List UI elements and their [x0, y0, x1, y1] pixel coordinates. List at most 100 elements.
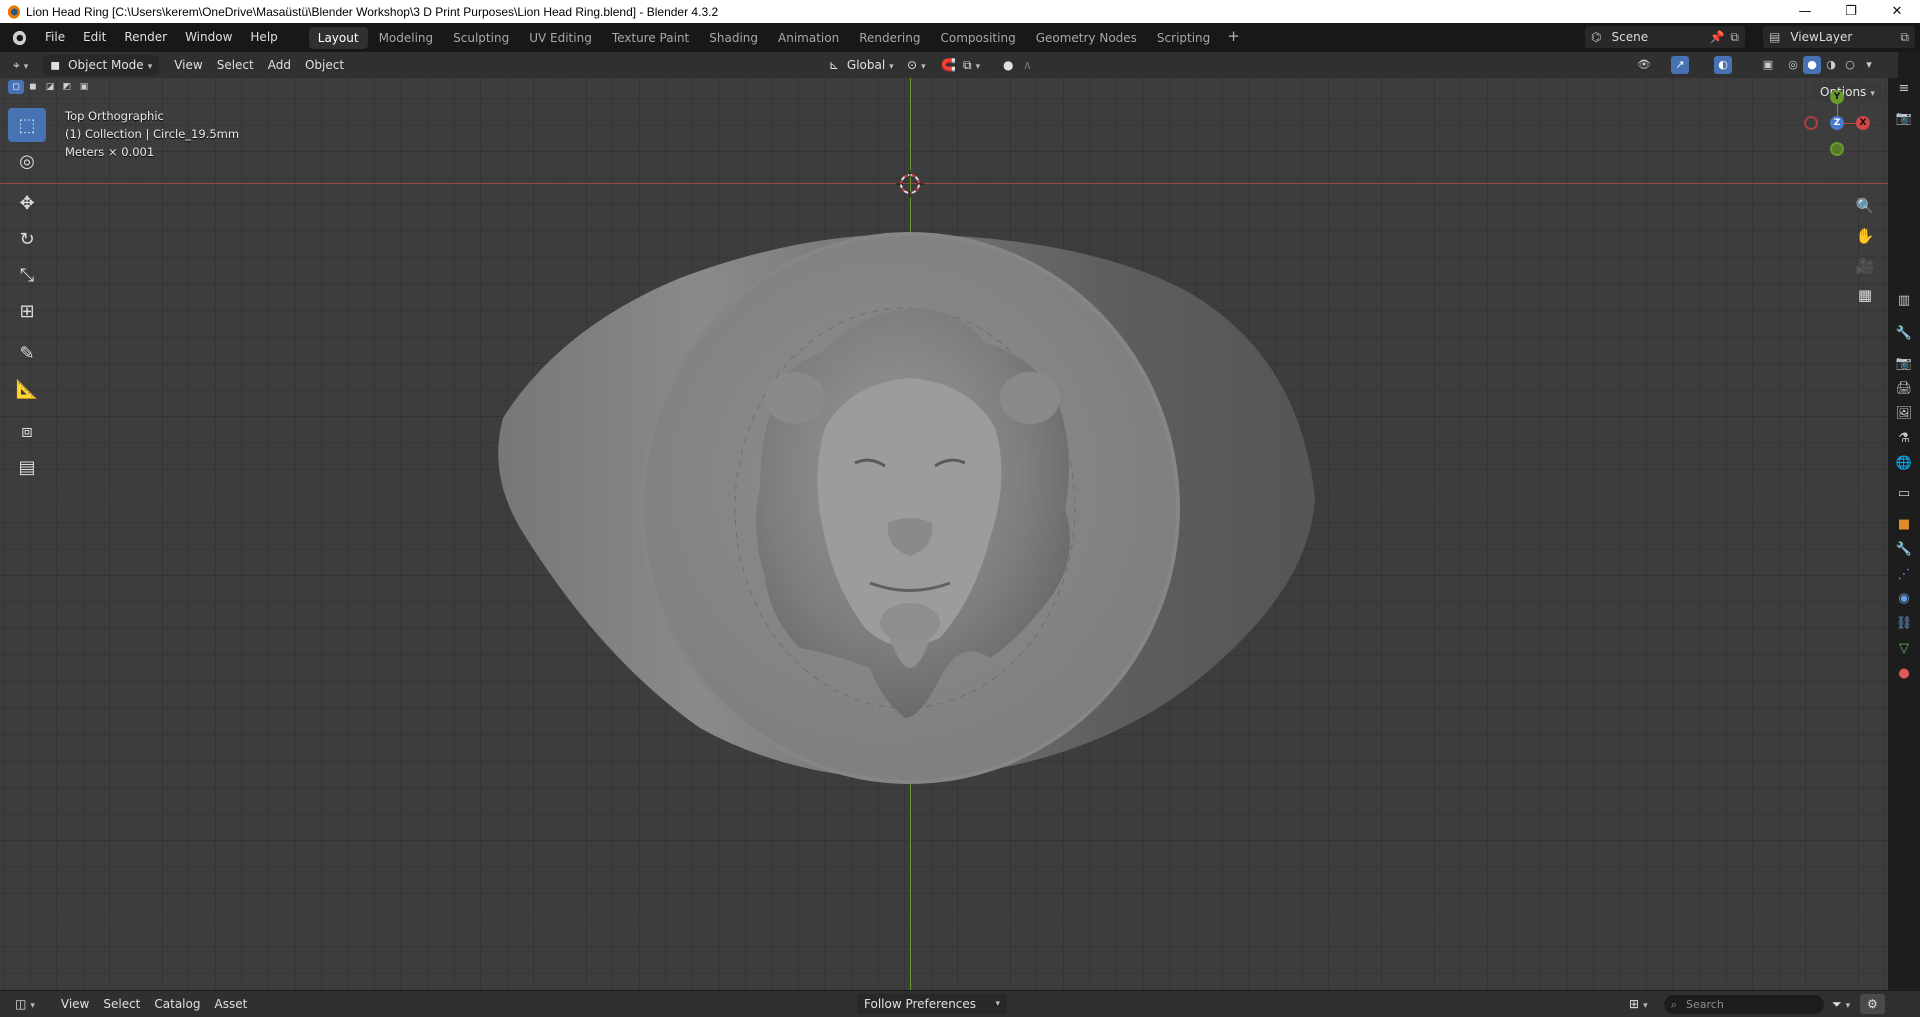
camera-lock-icon[interactable]: 📷 — [1894, 108, 1914, 128]
filter-icon[interactable]: ⏷ ▾ — [1825, 994, 1857, 1014]
add-cube-tool-icon[interactable]: ⧈ — [8, 414, 46, 448]
new-scene-icon[interactable]: ⧉ — [1730, 30, 1739, 45]
select-intersect-icon[interactable]: ▣ — [76, 80, 92, 94]
bottom-menu-select[interactable]: Select — [96, 994, 147, 1014]
blender-logo-icon[interactable] — [10, 29, 26, 46]
ring-model[interactable] — [0, 78, 1888, 990]
search-field[interactable]: ⌕ Search — [1664, 995, 1824, 1014]
rendered-shading-icon[interactable]: ○ — [1841, 56, 1859, 74]
3d-viewport[interactable]: Top Orthographic (1) Collection | Circle… — [0, 78, 1888, 990]
menu-select[interactable]: Select — [210, 55, 261, 75]
navigation-gizmo[interactable]: Y Z X — [1800, 88, 1870, 158]
bottom-menu-catalog[interactable]: Catalog — [147, 994, 207, 1014]
menu-help[interactable]: Help — [241, 23, 286, 52]
move-tool-icon[interactable]: ✥ — [8, 186, 46, 220]
pan-hand-icon[interactable]: ✋ — [1852, 223, 1878, 249]
modifier-properties-icon[interactable]: 🔧 — [1894, 539, 1914, 559]
close-button[interactable]: ✕ — [1874, 0, 1920, 23]
constraints-properties-icon[interactable]: ⛓ — [1894, 613, 1914, 633]
tool-properties-icon[interactable]: 🔧 — [1894, 323, 1914, 343]
gizmo-neg-x-axis[interactable] — [1804, 116, 1818, 130]
bottom-menu-view[interactable]: View — [54, 994, 96, 1014]
restore-button[interactable]: ❐ — [1828, 0, 1874, 23]
camera-view-icon[interactable]: 🎥 — [1852, 253, 1878, 279]
gizmo-toggle-icon[interactable]: ↗ — [1671, 56, 1689, 74]
select-invert-icon[interactable]: ◩ — [59, 80, 75, 94]
mode-dropdown[interactable]: ◼ Object Mode ▾ — [43, 55, 160, 75]
view-layer-properties-icon[interactable]: 🖼 — [1894, 403, 1914, 423]
output-properties-icon[interactable]: 🖨 — [1894, 378, 1914, 398]
tab-modeling[interactable]: Modeling — [370, 27, 443, 49]
orientation-dropdown[interactable]: ⊾ Global ▾ — [822, 55, 901, 75]
tab-uv-editing[interactable]: UV Editing — [520, 27, 601, 49]
follow-preferences-dropdown[interactable]: Follow Preferences ▾ — [857, 994, 1007, 1014]
cursor-tool-icon[interactable]: ◎ — [8, 144, 46, 178]
data-properties-icon[interactable]: ▽ — [1894, 638, 1914, 658]
menu-add[interactable]: Add — [261, 55, 298, 75]
tab-rendering[interactable]: Rendering — [850, 27, 929, 49]
minimize-button[interactable]: — — [1782, 0, 1828, 23]
tab-compositing[interactable]: Compositing — [931, 27, 1024, 49]
gizmo-neg-y-axis[interactable] — [1830, 142, 1844, 156]
settings-gear-icon[interactable]: ⚙ — [1860, 994, 1885, 1014]
menu-object[interactable]: Object — [298, 55, 351, 75]
menu-window[interactable]: Window — [176, 23, 241, 52]
xray-toggle-icon[interactable]: ▣ — [1759, 56, 1777, 74]
display-mode-icon[interactable]: ⊞ ▾ — [1622, 994, 1655, 1014]
scene-selector[interactable]: ⌬ Scene 📌 ⧉ — [1585, 26, 1745, 48]
material-shading-icon[interactable]: ◑ — [1822, 56, 1840, 74]
proportional-falloff-icon[interactable]: ∧ — [1016, 55, 1039, 75]
tab-animation[interactable]: Animation — [769, 27, 848, 49]
tab-layout[interactable]: Layout — [308, 26, 368, 49]
measure-tool-icon[interactable]: 📐 — [8, 372, 46, 406]
transform-tool-icon[interactable]: ⊞ — [8, 294, 46, 328]
add-workspace-button[interactable]: + — [1221, 27, 1246, 49]
editor-type-button-bottom[interactable]: ◫ ▾ — [8, 994, 42, 1014]
render-properties-icon[interactable]: 📷 — [1894, 353, 1914, 373]
zoom-icon[interactable]: 🔍 — [1852, 193, 1878, 219]
properties-editor-icon[interactable]: ▥ — [1894, 290, 1914, 310]
visibility-icon[interactable]: 👁 — [1635, 56, 1653, 74]
editor-type-button[interactable]: ⌖ ▾ — [6, 55, 35, 75]
gizmo-z-axis[interactable]: Z — [1830, 116, 1844, 130]
toggle-perspective-grid-icon[interactable]: ▦ — [1852, 282, 1878, 308]
collection-properties-icon[interactable]: ▭ — [1894, 483, 1914, 503]
window-title-bar: Lion Head Ring [C:\Users\kerem\OneDrive\… — [0, 0, 1920, 23]
particles-properties-icon[interactable]: ⋰ — [1894, 564, 1914, 584]
menu-edit[interactable]: Edit — [74, 23, 115, 52]
pivot-point-button[interactable]: ⊙ ▾ — [900, 55, 933, 75]
overlay-toggle-icon[interactable]: ◐ — [1714, 56, 1732, 74]
world-properties-icon[interactable]: 🌐 — [1894, 453, 1914, 473]
physics-properties-icon[interactable]: ◉ — [1894, 588, 1914, 608]
tab-scripting[interactable]: Scripting — [1148, 27, 1219, 49]
scale-tool-icon[interactable]: ⤡ — [8, 258, 46, 292]
pin-icon[interactable]: 📌 — [1709, 30, 1724, 44]
select-subtract-icon[interactable]: ◪ — [42, 80, 58, 94]
collapse-icon[interactable]: ≡ — [1894, 78, 1914, 98]
menu-view[interactable]: View — [167, 55, 209, 75]
menu-file[interactable]: File — [36, 23, 74, 52]
annotate-tool-icon[interactable]: ✎ — [8, 336, 46, 370]
tab-sculpting[interactable]: Sculpting — [444, 27, 518, 49]
scene-properties-icon[interactable]: ⚗ — [1894, 428, 1914, 448]
tab-geometry-nodes[interactable]: Geometry Nodes — [1027, 27, 1146, 49]
wireframe-shading-icon[interactable]: ◎ — [1784, 56, 1802, 74]
rotate-tool-icon[interactable]: ↻ — [8, 222, 46, 256]
menu-render[interactable]: Render — [115, 23, 176, 52]
tab-shading[interactable]: Shading — [700, 27, 767, 49]
view-layer-selector[interactable]: ▤ ViewLayer ⧉ — [1763, 26, 1915, 48]
bottom-menu-asset[interactable]: Asset — [207, 994, 254, 1014]
material-properties-icon[interactable]: ● — [1894, 663, 1914, 683]
gizmo-x-axis[interactable]: X — [1856, 116, 1870, 130]
extra-tool-icon[interactable]: ▤ — [8, 450, 46, 484]
select-extend-icon[interactable]: ◼ — [25, 80, 41, 94]
solid-shading-icon[interactable]: ● — [1803, 56, 1821, 74]
snap-target-button[interactable]: ⧉ ▾ — [956, 55, 987, 75]
select-box-tool-icon[interactable]: ⬚ — [8, 108, 46, 142]
tab-texture-paint[interactable]: Texture Paint — [603, 27, 698, 49]
select-new-icon[interactable]: ◻ — [8, 80, 24, 94]
object-properties-icon[interactable]: ■ — [1894, 514, 1914, 534]
gizmo-y-axis[interactable]: Y — [1830, 90, 1844, 104]
shading-options-icon[interactable]: ▾ — [1860, 56, 1878, 74]
new-view-layer-icon[interactable]: ⧉ — [1900, 30, 1909, 45]
